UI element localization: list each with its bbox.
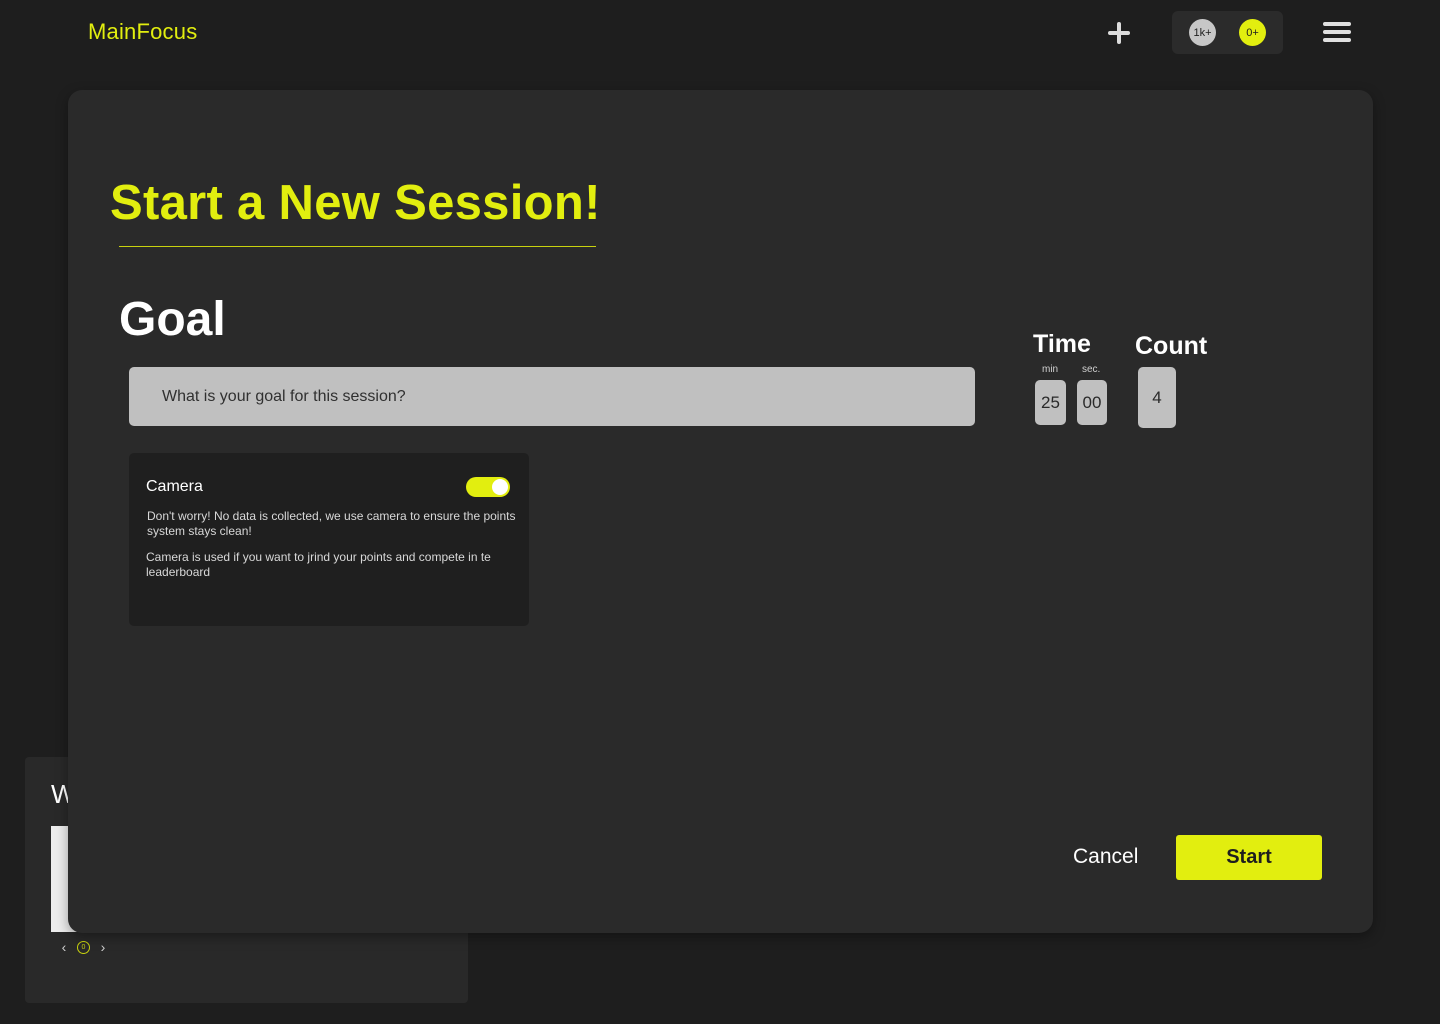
menu-line	[1323, 22, 1351, 26]
count-label: Count	[1135, 332, 1208, 360]
time-label: Time	[1033, 330, 1091, 358]
camera-description: Don't worry! No data is collected, we us…	[147, 509, 516, 538]
new-session-modal: Start a New Session! Goal Camera Don't w…	[68, 90, 1373, 933]
title-underline	[119, 246, 596, 247]
modal-title: Start a New Session!	[110, 176, 601, 230]
seconds-unit-label: sec.	[1082, 364, 1101, 375]
points-badge[interactable]: 1k+	[1189, 19, 1216, 46]
camera-toggle[interactable]	[466, 477, 510, 497]
hamburger-menu-icon[interactable]	[1322, 20, 1352, 44]
goal-heading: Goal	[119, 293, 226, 346]
minutes-field[interactable]: 25	[1035, 380, 1066, 425]
start-button[interactable]: Start	[1176, 835, 1322, 880]
toggle-knob	[492, 479, 508, 495]
notification-badges: 1k+ 0+	[1172, 11, 1283, 54]
count-field[interactable]: 4	[1138, 367, 1176, 428]
minutes-unit-label: min	[1042, 364, 1059, 375]
goal-input[interactable]	[129, 367, 975, 426]
carousel-nav: ‹ 0 ›	[57, 939, 110, 955]
carousel-indicator[interactable]: 0	[77, 940, 90, 954]
chevron-left-icon[interactable]: ‹	[57, 939, 71, 955]
app-brand[interactable]: MainFocus	[88, 19, 197, 45]
camera-description-secondary: Camera is used if you want to jrind your…	[146, 550, 491, 579]
streak-badge[interactable]: 0+	[1239, 19, 1266, 46]
cancel-button[interactable]: Cancel	[1073, 845, 1138, 869]
chevron-right-icon[interactable]: ›	[96, 939, 110, 955]
menu-line	[1323, 38, 1351, 42]
menu-line	[1323, 30, 1351, 34]
add-icon[interactable]	[1104, 18, 1134, 48]
camera-label: Camera	[146, 478, 203, 495]
seconds-field[interactable]: 00	[1077, 380, 1107, 425]
camera-card: Camera Don't worry! No data is collected…	[129, 453, 529, 626]
